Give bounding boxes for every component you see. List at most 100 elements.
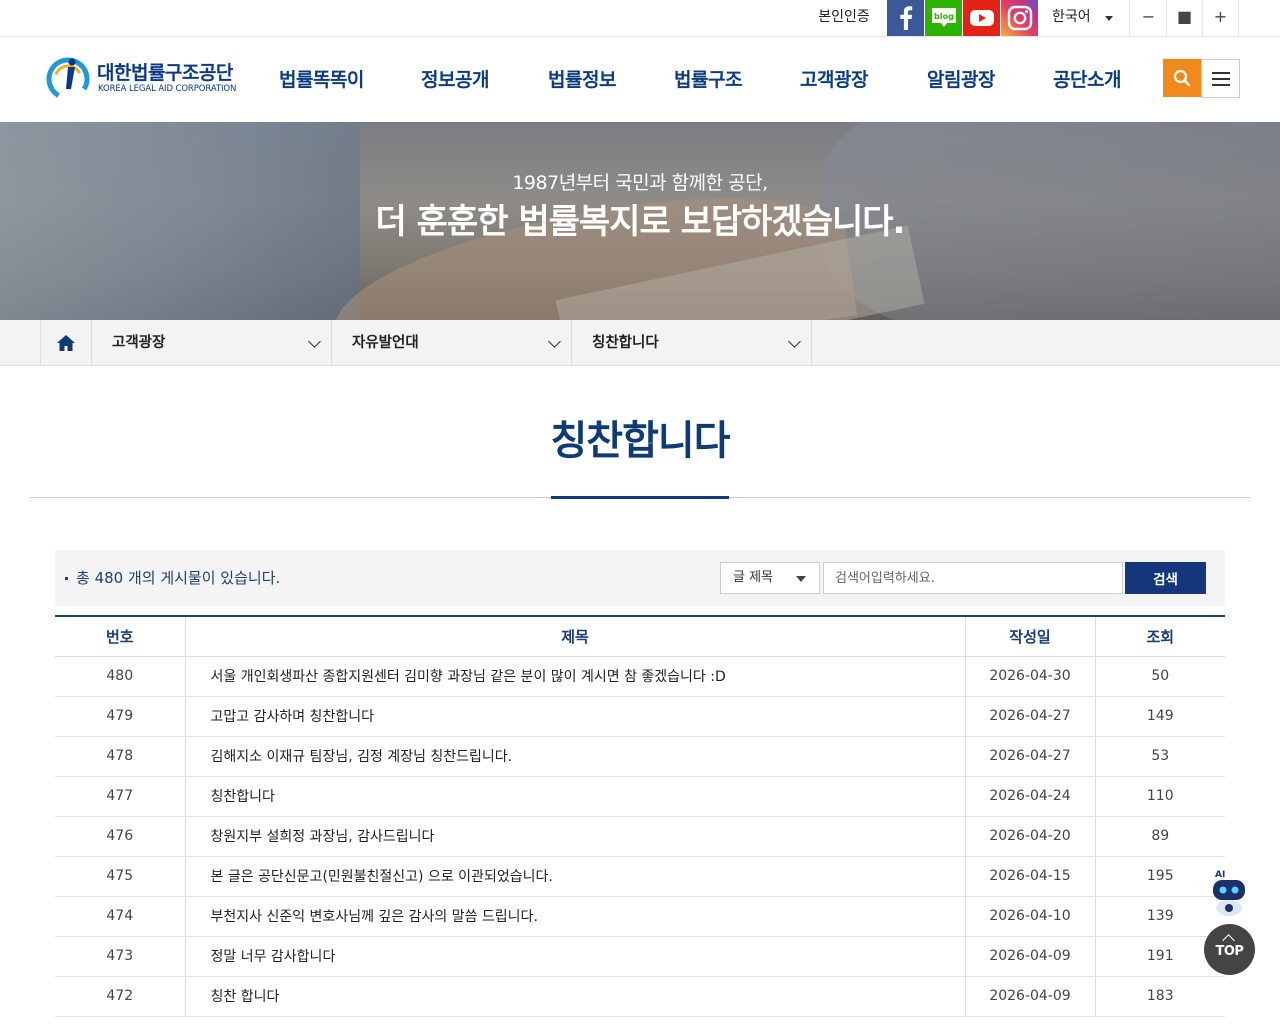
post-date: 2026-04-27 [964,736,1095,777]
breadcrumb-depth2-label: 자유발언대 [352,335,419,351]
facebook-link[interactable] [887,0,924,36]
post-title-link[interactable]: 창원지부 설희정 과장님, 감사드립니다 [184,816,965,857]
search-keyword-input[interactable] [823,562,1123,594]
post-number: 474 [55,896,185,937]
scroll-top-button[interactable]: TOP [1204,924,1255,975]
post-number: 477 [55,776,185,817]
breadcrumb-depth3-label: 칭찬합니다 [592,335,659,351]
scroll-top-label: TOP [1215,944,1244,959]
table-row: 480 서울 개인회생파산 종합지원센터 김미향 과장님 같은 분이 많이 계시면… [55,656,1225,697]
table-row: 475 본 글은 공단신문고(민원불친절신고) 으로 이관되었습니다. 2026-0… [55,856,1225,897]
post-title-link[interactable]: 칭찬 합니다 [184,976,965,1017]
site-header: 대한법률구조공단 KOREA LEGAL AID CORPORATION 법률똑… [0,37,1280,122]
table-header-row: 번호 제목 작성일 조회 [55,615,1225,657]
language-select[interactable]: 한국어 [1040,0,1130,36]
blog-icon: blog [931,8,956,27]
ai-chatbot-button[interactable]: AI [1207,866,1253,918]
title-divider-accent [551,496,729,499]
post-title-link[interactable]: 김해지소 이재규 팀장님, 김정 계장님 칭찬드립니다. [184,736,965,777]
post-date: 2026-04-30 [964,656,1095,697]
post-title-link[interactable]: 서울 개인회생파산 종합지원센터 김미향 과장님 같은 분이 많이 계시면 참 … [184,656,965,697]
site-logo[interactable]: 대한법률구조공단 KOREA LEGAL AID CORPORATION [44,53,244,103]
nav-item-legal-aid[interactable]: 법률구조 [674,65,742,92]
instagram-icon [1007,5,1032,31]
column-header-date: 작성일 [964,615,1095,657]
instagram-link[interactable] [1001,0,1038,36]
post-title-link[interactable]: 정말 너무 감사합니다 [184,936,965,977]
breadcrumb-depth3-dropdown[interactable]: 칭찬합니다 [572,320,812,366]
nav-item-notice-plaza[interactable]: 알림광장 [927,65,995,92]
caret-down-icon [796,576,806,582]
nav-item-info-disclosure[interactable]: 정보공개 [421,65,489,92]
post-date: 2026-04-09 [964,976,1095,1017]
post-date: 2026-04-09 [964,936,1095,977]
post-views: 195 [1094,856,1225,897]
home-icon [57,335,75,351]
nav-item-about[interactable]: 공단소개 [1053,65,1121,92]
zoom-in-button[interactable]: + [1203,0,1239,36]
youtube-link[interactable] [963,0,1000,36]
post-date: 2026-04-27 [964,696,1095,737]
hero-title: 더 훈훈한 법률복지로 보답하겠습니다. [375,202,906,242]
ai-robot-icon: AI [1213,870,1245,916]
post-views: 183 [1094,976,1225,1017]
breadcrumb: 고객광장 자유발언대 칭찬합니다 [0,320,1280,366]
page-title: 칭찬합니다 [550,418,731,464]
breadcrumb-depth1-dropdown[interactable]: 고객광장 [92,320,332,366]
post-views: 139 [1094,896,1225,937]
board-total-count: 총 480 개의 게시물이 있습니다. [65,567,280,588]
table-row: 478 김해지소 이재규 팀장님, 김정 계장님 칭찬드립니다. 2026-04-2… [55,736,1225,777]
board-table: 번호 제목 작성일 조회 480 서울 개인회생파산 종합지원센터 김미향 과장님… [55,615,1225,1017]
facebook-icon [899,6,912,30]
table-row: 476 창원지부 설희정 과장님, 감사드립니다 2026-04-20 89 [55,816,1225,857]
post-title-link[interactable]: 칭찬합니다 [184,776,965,817]
header-search-button[interactable] [1163,59,1201,97]
blog-link[interactable]: blog [925,0,962,36]
post-date: 2026-04-24 [964,776,1095,817]
post-number: 475 [55,856,185,897]
logo-english-name: KOREA LEGAL AID CORPORATION [98,84,237,94]
hero-banner: 1987년부터 국민과 함께한 공단, 더 훈훈한 법률복지로 보답하겠습니다. [0,122,1280,320]
search-icon [1173,69,1191,87]
breadcrumb-depth1-label: 고객광장 [112,335,166,351]
nav-item-legal-info[interactable]: 법률정보 [548,65,616,92]
post-title-link[interactable]: 고맙고 감사하며 칭찬합니다 [184,696,965,737]
nav-item-legal-smart[interactable]: 법률똑똑이 [279,65,364,92]
post-title-link[interactable]: 부천지사 신준익 변호사님께 깊은 감사의 말씀 드립니다. [184,896,965,937]
logo-korean-name: 대한법률구조공단 [97,62,233,84]
breadcrumb-depth2-dropdown[interactable]: 자유발언대 [332,320,572,366]
post-views: 50 [1094,656,1225,697]
caret-down-icon [1105,16,1113,21]
home-button[interactable] [40,320,92,366]
post-views: 89 [1094,816,1225,857]
column-header-number: 번호 [55,615,185,657]
table-row: 473 정말 너무 감사합니다 2026-04-09 191 [55,936,1225,977]
post-number: 472 [55,976,185,1017]
ai-robot-label: AI [1215,870,1225,880]
search-field-selected: 글 제목 [733,570,774,585]
blog-icon-text: blog [934,12,954,21]
post-number: 478 [55,736,185,777]
post-title-link[interactable]: 본 글은 공단신문고(민원불친절신고) 으로 이관되었습니다. [184,856,965,897]
language-label: 한국어 [1052,9,1091,25]
search-field-select[interactable]: 글 제목 [720,562,820,594]
table-row: 479 고맙고 감사하며 칭찬합니다 2026-04-27 149 [55,696,1225,737]
column-header-views: 조회 [1094,615,1225,657]
identity-verification-link[interactable]: 본인인증 [806,0,882,36]
all-menu-button[interactable] [1201,59,1240,98]
post-number: 473 [55,936,185,977]
zoom-out-button[interactable]: − [1131,0,1167,36]
post-number: 476 [55,816,185,857]
zoom-reset-button[interactable]: ■ [1167,0,1203,36]
table-row: 472 칭찬 합니다 2026-04-09 183 [55,976,1225,1017]
table-row: 474 부천지사 신준익 변호사님께 깊은 감사의 말씀 드립니다. 2026-04… [55,896,1225,937]
youtube-icon [969,10,994,26]
search-submit-button[interactable]: 검색 [1125,562,1206,594]
board-search-area: 총 480 개의 게시물이 있습니다. 글 제목 검색 [55,550,1225,606]
hero-subtitle: 1987년부터 국민과 함께한 공단, [512,172,768,194]
utility-bar: 본인인증 blog 한국어 − ■ + [0,0,1280,37]
post-number: 480 [55,656,185,697]
post-views: 53 [1094,736,1225,777]
nav-item-customer-plaza[interactable]: 고객광장 [800,65,868,92]
board-total-text: 총 480 개의 게시물이 있습니다. [76,569,281,587]
